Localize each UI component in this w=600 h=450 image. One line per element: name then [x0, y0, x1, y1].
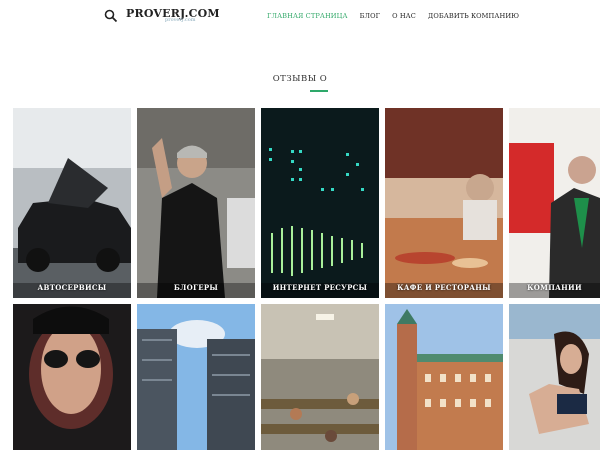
category-tile-photo[interactable] — [385, 304, 503, 450]
cafe-photo — [385, 108, 503, 298]
tile-label: КОМПАНИИ — [527, 283, 582, 292]
title-underline — [310, 90, 328, 92]
blogger-photo — [137, 108, 255, 298]
skyscrapers-photo — [137, 304, 255, 450]
tile-label: ИНТЕРНЕТ РЕСУРСЫ — [272, 283, 368, 292]
category-tile-autoservices[interactable]: АВТОСЕРВИСЫ — [13, 108, 131, 298]
lecture-hall-photo — [261, 304, 379, 450]
category-tile-internet-resources[interactable]: ИНТЕРНЕТ РЕСУРСЫ — [261, 108, 379, 298]
category-tile-photo[interactable] — [137, 304, 255, 450]
city-building-photo — [385, 304, 503, 450]
businessman-photo — [509, 108, 600, 298]
site-header: PROVERJ.COM proverj.com ГЛАВНАЯ СТРАНИЦА… — [0, 0, 600, 30]
nav-home[interactable]: ГЛАВНАЯ СТРАНИЦА — [267, 12, 348, 20]
category-tile-photo[interactable] — [13, 304, 131, 450]
woman-sunglasses-photo — [13, 304, 131, 450]
woman-phone-photo — [509, 304, 600, 450]
nav-about[interactable]: О НАС — [392, 12, 416, 20]
category-tile-bloggers[interactable]: БЛОГЕРЫ — [137, 108, 255, 298]
site-logo-subtext: proverj.com — [165, 17, 196, 23]
car-photo — [13, 108, 131, 298]
category-tile-companies[interactable]: КОМПАНИИ — [509, 108, 600, 298]
nav-blog[interactable]: БЛОГ — [360, 12, 381, 20]
led-display-photo — [261, 108, 379, 298]
section-title: ОТЗЫВЫ О — [272, 74, 328, 84]
main-nav: ГЛАВНАЯ СТРАНИЦА БЛОГ О НАС ДОБАВИТЬ КОМ… — [267, 10, 519, 22]
category-tile-photo[interactable] — [261, 304, 379, 450]
tile-label: КАФЕ И РЕСТОРАНЫ — [397, 283, 491, 292]
tile-label: БЛОГЕРЫ — [173, 283, 219, 292]
nav-add-company[interactable]: ДОБАВИТЬ КОМПАНИЮ — [428, 12, 519, 20]
search-icon[interactable] — [104, 8, 118, 23]
category-grid: АВТОСЕРВИСЫ БЛОГЕРЫ ИНТЕРНЕТ РЕСУРСЫ КАФ… — [13, 108, 600, 450]
tile-label: АВТОСЕРВИСЫ — [37, 283, 107, 292]
category-tile-photo[interactable] — [509, 304, 600, 450]
category-tile-cafes[interactable]: КАФЕ И РЕСТОРАНЫ — [385, 108, 503, 298]
